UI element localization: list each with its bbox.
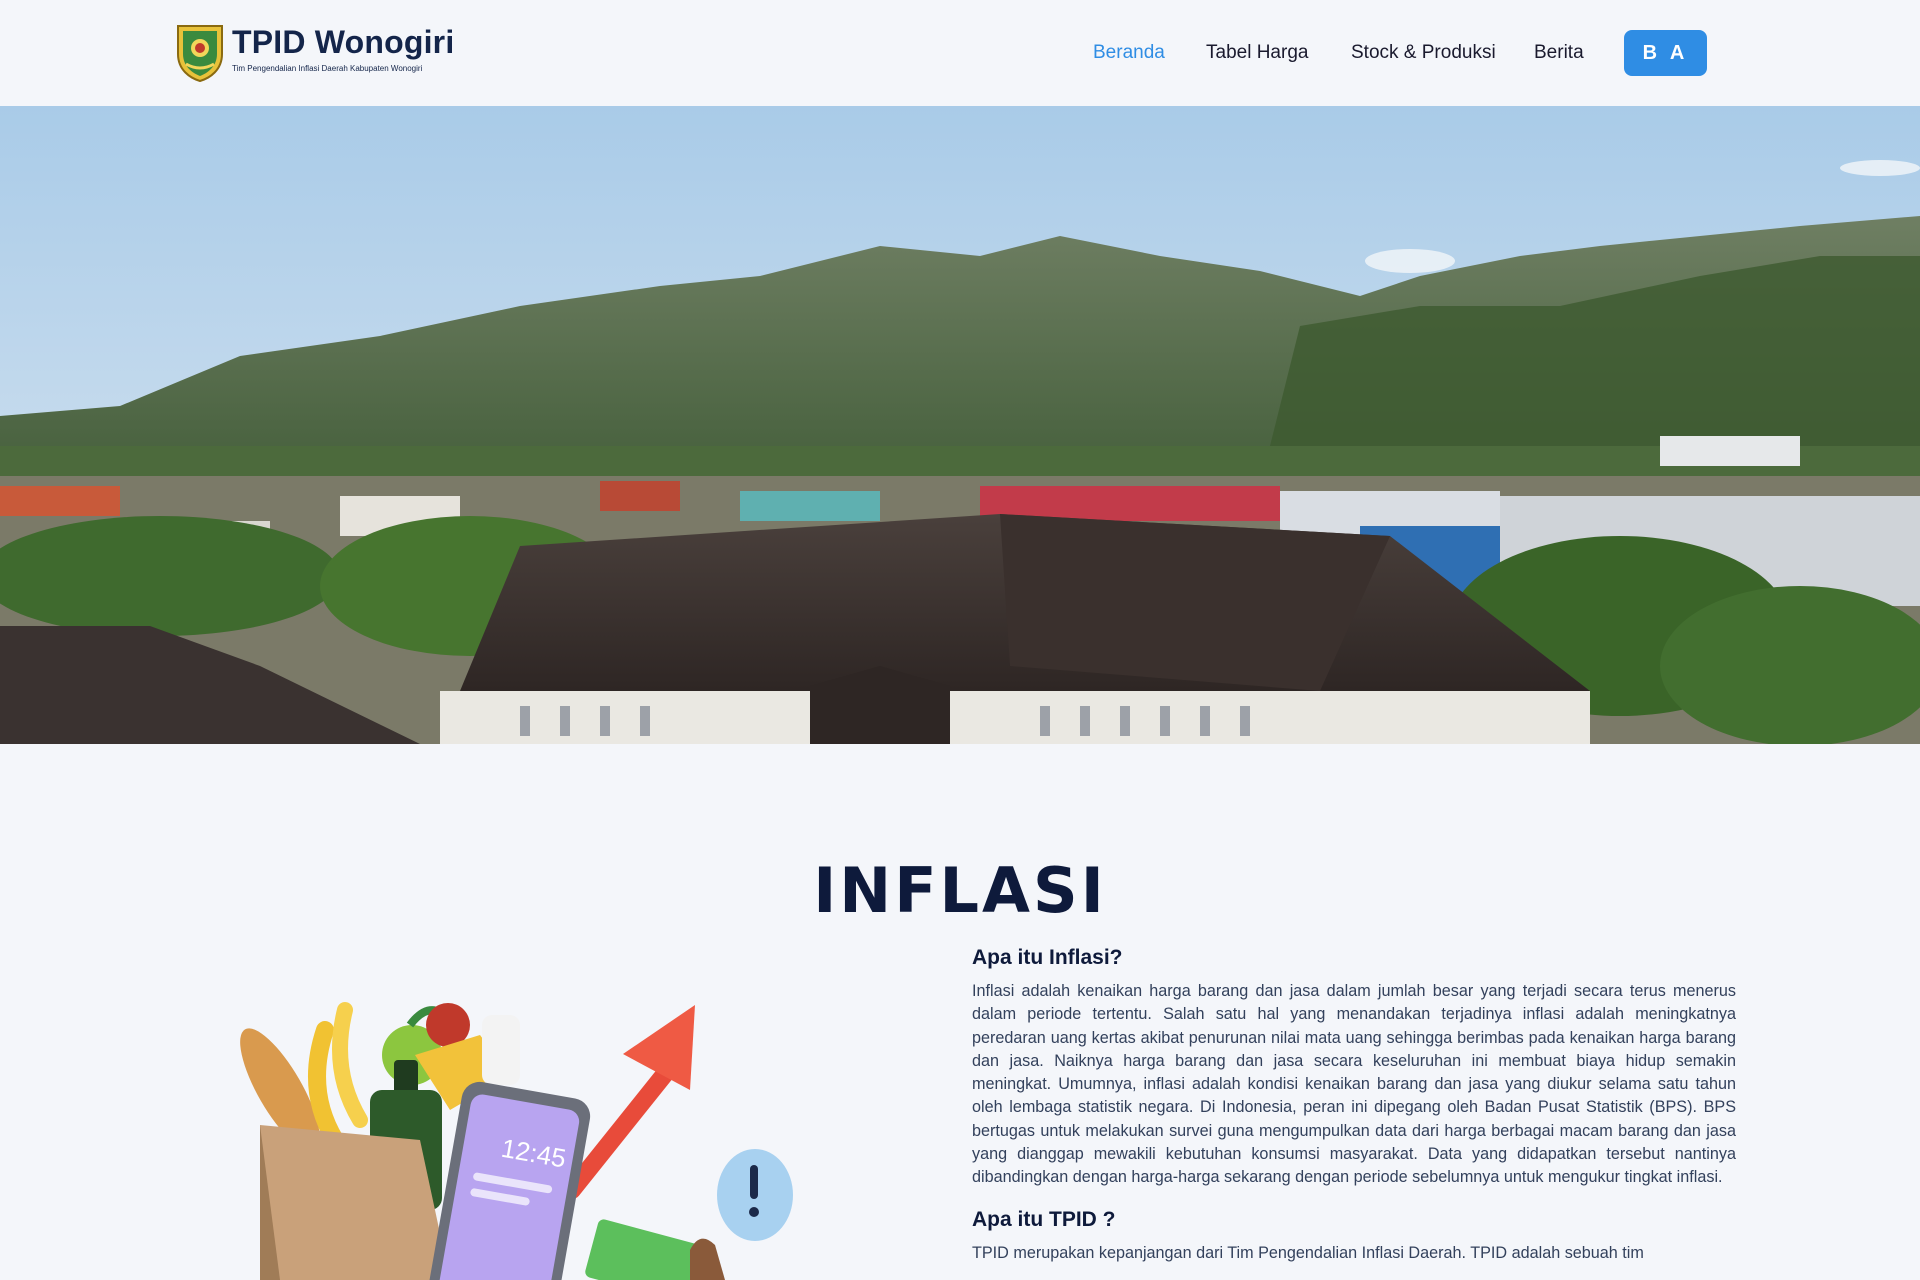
inflation-illustration: 12:45 — [220, 980, 820, 1280]
nav-berita[interactable]: Berita — [1534, 42, 1584, 64]
nav-stock-produksi[interactable]: Stock & Produksi — [1351, 42, 1496, 64]
q1-body: Inflasi adalah kenaikan harga barang dan… — [972, 982, 1736, 1187]
hero-image — [0, 106, 1920, 744]
nav-tabel-harga[interactable]: Tabel Harga — [1206, 42, 1308, 64]
q2-title: Apa itu TPID ? — [972, 1207, 1116, 1231]
q2-body: TPID merupakan kepanjangan dari Tim Peng… — [972, 1243, 1644, 1262]
site-logo[interactable]: TPID Wonogiri Tim Pengendalian Inflasi D… — [176, 24, 454, 82]
logo-title: TPID Wonogiri — [232, 24, 455, 60]
user-account-button[interactable]: B A — [1624, 30, 1707, 76]
inflation-info: Apa itu Inflasi? Inflasi adalah kenaikan… — [972, 946, 1736, 1265]
shield-emblem-icon — [177, 25, 223, 82]
section-title: INFLASI — [813, 854, 1107, 927]
logo-subtitle: Tim Pengendalian Inflasi Daerah Kabupate… — [232, 64, 423, 73]
q1-title: Apa itu Inflasi? — [972, 946, 1123, 969]
site-header: TPID Wonogiri Tim Pengendalian Inflasi D… — [0, 0, 1920, 106]
nav-beranda[interactable]: Beranda — [1093, 42, 1165, 64]
